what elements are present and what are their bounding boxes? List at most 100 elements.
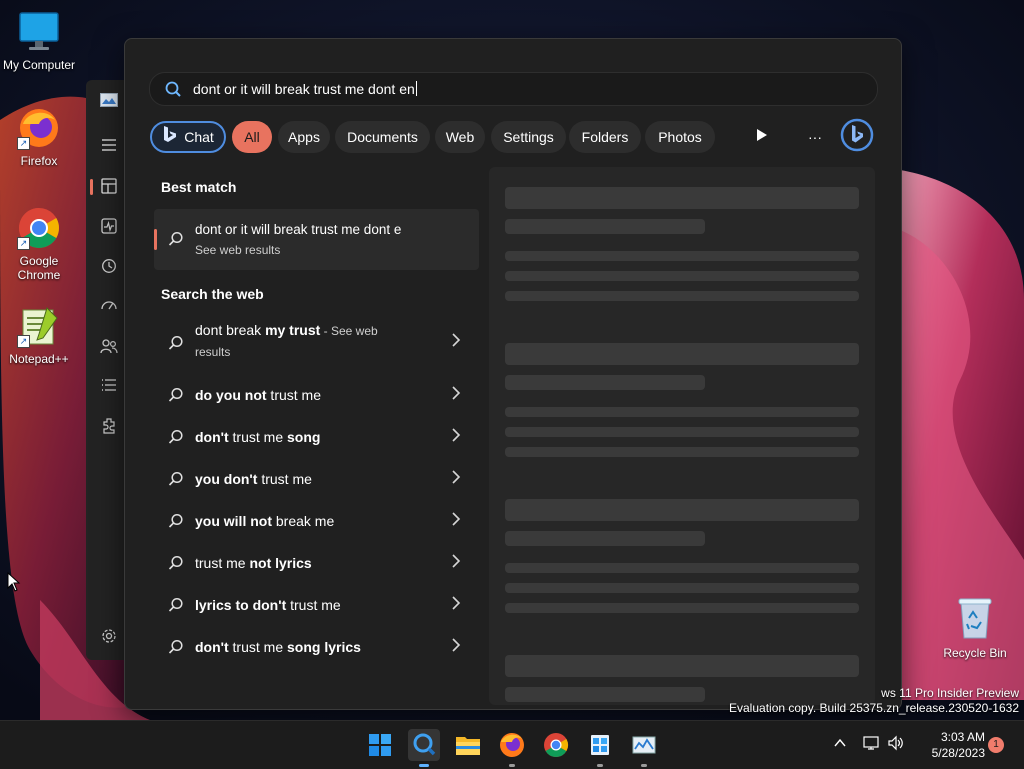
web-result-text: don't trust me song (195, 429, 320, 445)
desktop-icon-label: Notepad++ (9, 352, 69, 366)
performance-icon[interactable] (100, 218, 118, 236)
web-result-item[interactable]: dont break my trust - See web results (154, 315, 479, 371)
search-icon (168, 231, 184, 252)
chevron-right-icon[interactable] (451, 512, 461, 530)
task-manager-taskbar-button[interactable] (628, 729, 660, 767)
recycle-bin-icon (955, 596, 995, 640)
filter-settings[interactable]: Settings (491, 121, 566, 153)
settings-gear-icon[interactable] (100, 628, 118, 646)
filter-folders[interactable]: Folders (569, 121, 641, 153)
taskbar: 3:03 AM 5/28/2023 1 (0, 720, 1024, 769)
chevron-right-icon[interactable] (451, 470, 461, 488)
bing-chat-logo-icon[interactable] (838, 118, 876, 156)
best-match-subtitle: See web results (195, 243, 281, 257)
best-match-result[interactable]: dont or it will break trust me dont e Se… (154, 209, 479, 270)
search-icon (168, 387, 184, 408)
filter-web[interactable]: Web (435, 121, 485, 153)
skeleton-line (505, 531, 705, 546)
web-result-item[interactable]: you will not break me (154, 501, 479, 541)
chevron-right-icon[interactable] (451, 333, 461, 351)
search-icon (168, 597, 184, 618)
desktop-icon-notepadpp[interactable]: ↗ Notepad++ (1, 304, 77, 366)
search-icon (168, 429, 184, 450)
bold-term: song lyrics (287, 639, 361, 655)
photo-thumbnail-icon[interactable] (100, 93, 118, 111)
search-icon (413, 733, 436, 756)
chrome-taskbar-button[interactable] (540, 729, 572, 761)
web-result-item[interactable]: do you not trust me (154, 375, 479, 415)
skeleton-line (505, 563, 859, 573)
startup-icon[interactable] (100, 298, 118, 316)
filter-all[interactable]: All (232, 121, 272, 153)
chevron-right-icon[interactable] (451, 428, 461, 446)
notepadpp-icon: ↗ (17, 304, 61, 348)
desktop-icon-firefox[interactable]: ↗ Firefox (1, 106, 77, 168)
chevron-right-icon[interactable] (451, 638, 461, 656)
watermark-line1: ws 11 Pro Insider Preview (881, 686, 1019, 700)
file-explorer-button[interactable] (452, 729, 484, 761)
desktop-icon-my-computer[interactable]: My Computer (1, 10, 77, 72)
chevron-right-icon[interactable] (451, 596, 461, 614)
volume-icon[interactable] (887, 735, 905, 754)
monitor-icon (17, 10, 61, 54)
bold-term: you don't (195, 471, 258, 487)
search-input[interactable]: dont or it will break trust me dont en (149, 72, 878, 106)
hamburger-menu-icon[interactable] (100, 138, 118, 156)
plain-term: trust me (266, 387, 322, 403)
taskbar-search-button[interactable] (408, 729, 440, 767)
services-icon[interactable] (100, 418, 118, 436)
network-icon[interactable] (863, 735, 881, 754)
web-result-item[interactable]: don't trust me song lyrics (154, 627, 479, 667)
search-the-web-heading: Search the web (161, 286, 264, 302)
start-button[interactable] (364, 729, 396, 761)
more-options-button[interactable]: ··· (799, 121, 831, 153)
filter-documents[interactable]: Documents (335, 121, 430, 153)
filter-photos[interactable]: Photos (645, 121, 715, 153)
search-icon (168, 471, 184, 492)
running-dot (597, 764, 603, 767)
shortcut-arrow-icon: ↗ (17, 137, 30, 150)
bold-term: do you not (195, 387, 267, 403)
search-flyout: dont or it will break trust me dont en C… (124, 38, 902, 710)
chrome-icon (544, 733, 569, 758)
details-list-icon[interactable] (100, 378, 118, 396)
web-result-text: trust me not lyrics (195, 555, 312, 571)
bold-term: don't (195, 639, 229, 655)
web-result-item[interactable]: you don't trust me (154, 459, 479, 499)
text-caret (415, 81, 417, 96)
firefox-icon: ↗ (17, 106, 61, 150)
web-result-text: you will not break me (195, 513, 334, 529)
mouse-cursor-icon (7, 572, 21, 592)
plain-term: break me (272, 513, 335, 529)
watermark-line2: Evaluation copy. Build 25375.zn_release.… (729, 701, 1019, 715)
system-clock[interactable]: 3:03 AM 5/28/2023 (915, 729, 985, 761)
shortcut-arrow-icon: ↗ (17, 237, 30, 250)
skeleton-line (505, 427, 859, 437)
bold-term: don't (195, 429, 229, 445)
desktop-icon-chrome[interactable]: ↗ Google Chrome (1, 206, 77, 282)
firefox-taskbar-button[interactable] (496, 729, 528, 767)
web-result-item[interactable]: lyrics to don't trust me (154, 585, 479, 625)
history-icon[interactable] (100, 258, 118, 276)
web-result-item[interactable]: trust me not lyrics (154, 543, 479, 583)
chat-button[interactable]: Chat (150, 121, 226, 153)
chevron-right-icon[interactable] (451, 554, 461, 572)
desktop-icon-recycle-bin[interactable]: Recycle Bin (940, 596, 1010, 660)
search-icon (164, 80, 182, 103)
bold-term: song (287, 429, 321, 445)
chrome-icon: ↗ (17, 206, 61, 250)
bold-term: not lyrics (249, 555, 312, 571)
widgets-icon (591, 735, 609, 755)
show-hidden-icons-chevron-icon[interactable] (833, 736, 847, 753)
filter-apps[interactable]: Apps (278, 121, 330, 153)
chevron-right-icon[interactable] (451, 386, 461, 404)
more-filters-play-icon[interactable] (746, 121, 778, 153)
web-result-item[interactable]: don't trust me song (154, 417, 479, 457)
layout-icon[interactable] (100, 178, 118, 196)
widgets-taskbar-button[interactable] (584, 729, 616, 767)
plain-term: dont break (195, 322, 266, 338)
notification-badge[interactable]: 1 (988, 737, 1004, 753)
file-explorer-icon (456, 737, 480, 755)
search-icon (168, 513, 184, 534)
users-icon[interactable] (100, 338, 118, 356)
